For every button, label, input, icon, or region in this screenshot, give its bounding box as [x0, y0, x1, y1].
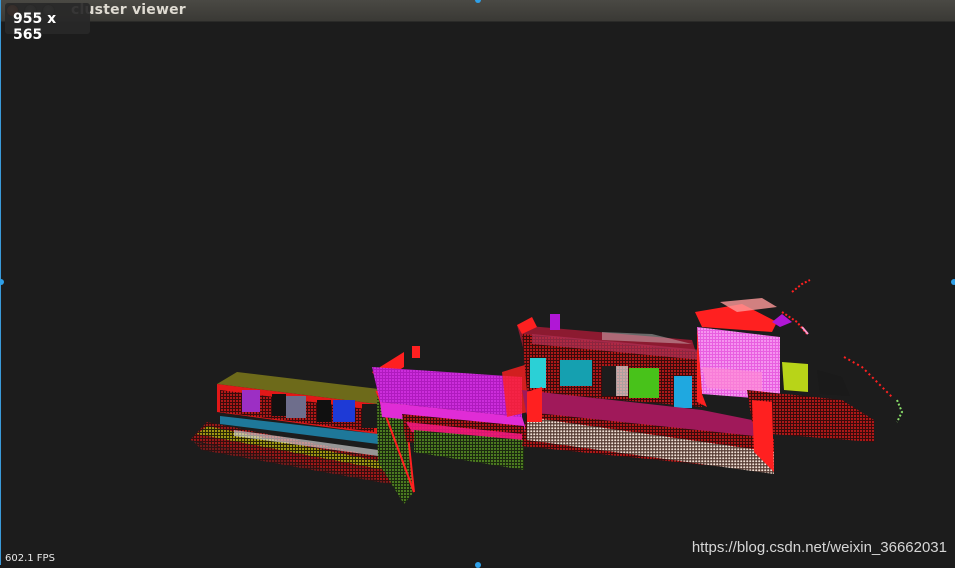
- point-cloud-viewport[interactable]: 602.1 FPS https://blog.csdn.net/weixin_3…: [2, 22, 955, 565]
- watermark-url: https://blog.csdn.net/weixin_36662031: [691, 539, 947, 556]
- resize-handle-bottom[interactable]: [475, 562, 481, 568]
- app-window: cluster viewer 602.1 FPS https://blog.cs…: [0, 0, 955, 568]
- point-cloud-render: [190, 279, 904, 504]
- resize-handle-right[interactable]: [951, 279, 955, 285]
- window-size-tooltip: 955 x 565: [5, 3, 90, 43]
- title-bar[interactable]: cluster viewer: [1, 0, 955, 22]
- fps-counter: 602.1 FPS: [5, 553, 55, 564]
